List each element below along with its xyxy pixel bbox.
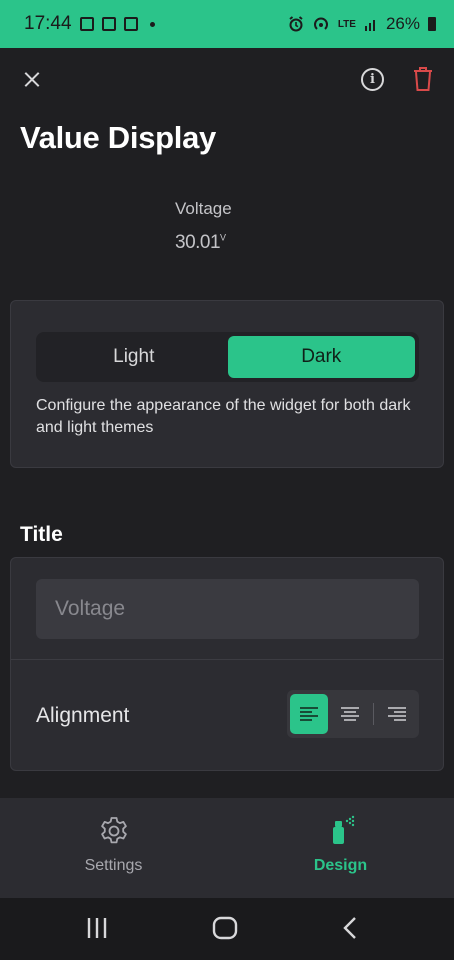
page-title: Value Display bbox=[20, 120, 216, 155]
align-right-button[interactable] bbox=[378, 694, 416, 734]
align-left-icon bbox=[300, 707, 319, 721]
align-center-button[interactable] bbox=[330, 694, 368, 734]
nav-label-design: Design bbox=[313, 857, 368, 874]
status-time: 17:44 bbox=[24, 13, 72, 34]
status-right-group: LTE 26% bbox=[288, 14, 436, 34]
system-navigation-bar bbox=[0, 898, 454, 960]
alarm-icon bbox=[289, 16, 303, 32]
status-bar: 17:44 LTE 26% bbox=[0, 0, 454, 48]
alignment-label: Alignment bbox=[36, 704, 130, 727]
divider bbox=[11, 659, 443, 660]
preview-label: Voltage bbox=[175, 199, 232, 218]
gear-icon bbox=[100, 817, 127, 844]
theme-card: Light Dark Configure the appearance of t… bbox=[10, 300, 444, 468]
top-bar: i bbox=[0, 48, 454, 112]
nav-label-settings: Settings bbox=[84, 857, 143, 874]
home-icon[interactable] bbox=[212, 916, 238, 940]
battery-percent: 26% bbox=[385, 14, 420, 33]
nav-item-design[interactable]: Design bbox=[227, 798, 454, 898]
preview-value: 30.01V bbox=[175, 232, 226, 254]
trash-icon[interactable] bbox=[412, 66, 434, 92]
theme-description: Configure the appearance of the widget f… bbox=[36, 397, 411, 436]
nav-item-settings[interactable]: Settings bbox=[0, 798, 227, 898]
back-icon[interactable] bbox=[342, 916, 358, 940]
alignment-selector bbox=[287, 690, 419, 738]
close-icon[interactable] bbox=[20, 68, 44, 92]
alignment-separator bbox=[372, 703, 374, 725]
spray-can-icon bbox=[332, 815, 354, 844]
theme-toggle: Light Dark bbox=[36, 332, 419, 382]
info-icon[interactable]: i bbox=[361, 68, 384, 91]
title-input[interactable] bbox=[36, 579, 419, 639]
calendar-31-icon bbox=[123, 17, 138, 31]
align-left-button[interactable] bbox=[290, 694, 329, 734]
lte-indicator: LTE bbox=[337, 18, 356, 30]
signal-icon bbox=[364, 20, 375, 31]
recent-apps-icon[interactable] bbox=[86, 916, 108, 940]
preview-number: 30.01 bbox=[175, 232, 221, 253]
more-notifications-dot-icon bbox=[149, 21, 155, 27]
theme-option-dark[interactable]: Dark bbox=[227, 336, 415, 378]
bottom-navigation: Settings Design bbox=[0, 798, 454, 898]
preview-unit: V bbox=[220, 232, 226, 243]
align-center-icon bbox=[340, 707, 359, 721]
hotspot-icon bbox=[313, 17, 328, 30]
calendar-notification-icon bbox=[101, 17, 116, 31]
battery-icon bbox=[428, 17, 436, 31]
align-right-icon bbox=[387, 707, 406, 721]
title-card: Alignment bbox=[10, 557, 444, 771]
gallery-notification-icon bbox=[79, 17, 94, 31]
theme-option-light[interactable]: Light bbox=[40, 336, 228, 378]
title-section-heading: Title bbox=[20, 523, 63, 546]
